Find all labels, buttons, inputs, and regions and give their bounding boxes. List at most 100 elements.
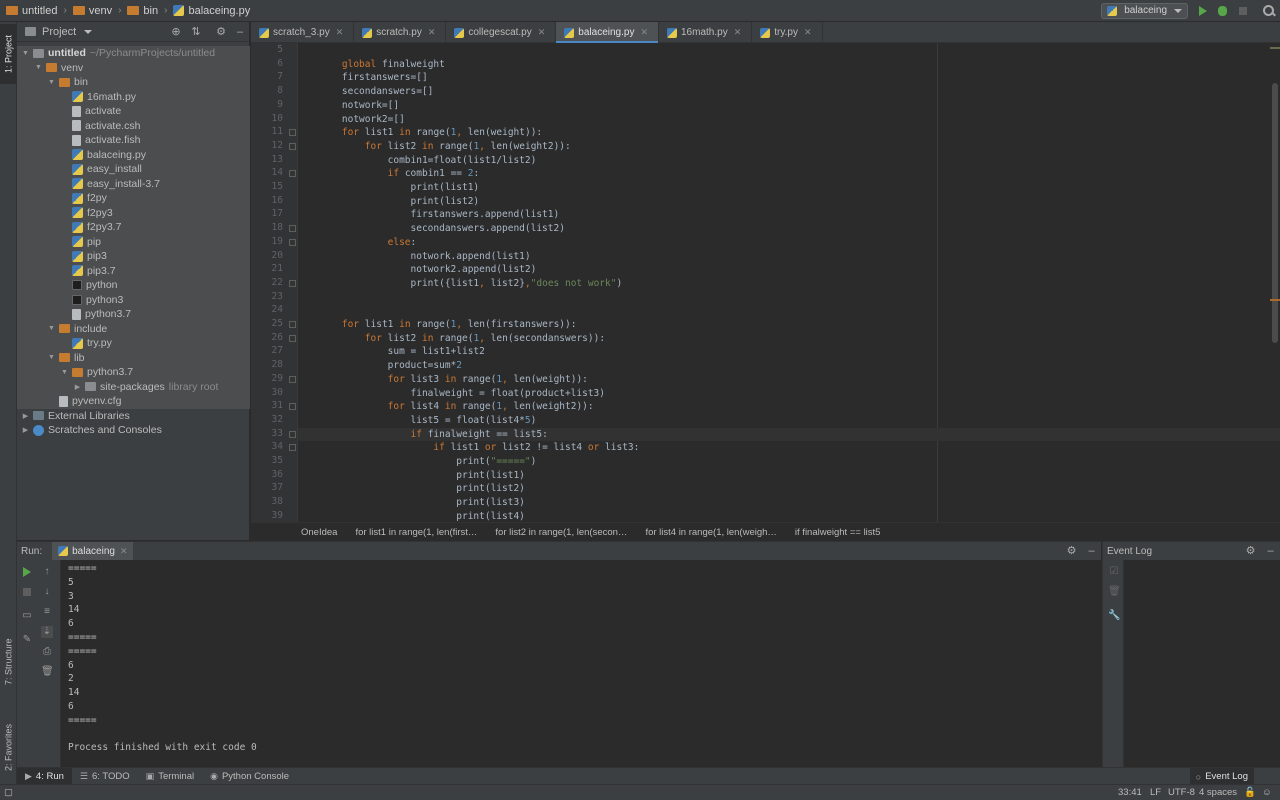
code-line[interactable]: notwork=[] [319, 99, 399, 113]
code-line[interactable]: if combin1 == 2: [319, 167, 480, 181]
collapse-arrow-icon[interactable]: ▶ [73, 383, 82, 391]
stop-button[interactable] [21, 586, 33, 598]
locate-icon[interactable]: ⊕ [170, 26, 182, 38]
code-line[interactable]: notwork.append(list1) [319, 250, 531, 264]
code-line[interactable]: for list2 in range(1, len(secondanswers)… [319, 332, 605, 346]
code-line[interactable]: secondanswers=[] [319, 85, 434, 99]
wrench-icon[interactable]: 🔧 [1108, 610, 1120, 622]
tool-windows-icon[interactable]: ▢ [4, 787, 13, 798]
lock-icon[interactable]: 🔓 [1244, 787, 1256, 798]
trash-icon[interactable]: 🗑 [41, 666, 54, 678]
close-icon[interactable]: ✕ [538, 27, 546, 38]
fold-marker-icon[interactable] [289, 334, 296, 342]
code-line[interactable]: product=sum*2 [319, 359, 462, 373]
layout-icon[interactable]: ▭ [21, 610, 33, 622]
code-line[interactable]: print(list1) [319, 469, 525, 483]
editor-tab[interactable]: scratch.py ✕ [354, 22, 447, 43]
tree-item[interactable]: activate.fish [17, 133, 250, 148]
code-line[interactable]: secondanswers.append(list2) [319, 222, 565, 236]
gear-icon[interactable]: ⚙ [1245, 546, 1256, 557]
tree-item[interactable]: activate [17, 104, 250, 119]
close-icon[interactable]: ✕ [120, 546, 128, 557]
tree-item[interactable]: try.py [17, 336, 250, 351]
tree-item[interactable]: ▶ Scratches and Consoles [17, 423, 250, 438]
fold-marker-icon[interactable] [289, 444, 296, 452]
tree-item[interactable]: easy_install [17, 162, 250, 177]
stop-button[interactable] [1236, 4, 1250, 18]
tree-item[interactable]: easy_install-3.7 [17, 176, 250, 191]
close-icon[interactable]: ✕ [804, 27, 812, 38]
tree-item[interactable]: activate.csh [17, 118, 250, 133]
collapse-arrow-icon[interactable]: ▶ [21, 426, 30, 434]
gear-icon[interactable]: ⚙ [215, 26, 227, 38]
fold-marker-icon[interactable] [289, 225, 296, 233]
run-configuration-select[interactable]: balaceing [1101, 3, 1188, 19]
tree-item[interactable]: ▼ untitled ~/PycharmProjects/untitled [17, 46, 250, 61]
code-line[interactable]: if list1 or list2 != list4 or list3: [319, 441, 639, 455]
editor-tab[interactable]: scratch_3.py ✕ [251, 22, 355, 43]
event-log-tool-tab[interactable]: ○ Event Log [1189, 768, 1254, 785]
code-line[interactable]: firstanswers=[] [319, 71, 428, 85]
project-tool-tab[interactable]: 1: Project [0, 24, 17, 84]
fold-marker-icon[interactable] [289, 403, 296, 411]
down-arrow-icon[interactable]: ↓ [41, 586, 53, 598]
tree-item[interactable]: ▼ lib [17, 350, 250, 365]
code-line[interactable]: firstanswers.append(list1) [319, 208, 560, 222]
gear-icon[interactable]: ⚙ [1066, 546, 1077, 557]
file-encoding[interactable]: UTF-8 [1168, 787, 1195, 798]
favorites-tool-tab[interactable]: 2: Favorites [0, 712, 17, 782]
error-stripe-marker[interactable] [1270, 47, 1280, 49]
code-line[interactable]: print(list1) [319, 181, 480, 195]
indent-setting[interactable]: 4 spaces [1199, 787, 1237, 798]
tree-item[interactable]: pip [17, 234, 250, 249]
error-stripe-marker[interactable] [1270, 299, 1280, 301]
editor-tab[interactable]: 16math.py ✕ [659, 22, 753, 43]
expand-arrow-icon[interactable]: ▼ [47, 354, 56, 361]
expand-arrow-icon[interactable]: ▼ [34, 64, 43, 71]
tree-item[interactable]: ▼ bin [17, 75, 250, 90]
code-line[interactable]: for list2 in range(1, len(weight2)): [319, 140, 571, 154]
run-button[interactable] [1196, 4, 1210, 18]
fold-marker-icon[interactable] [289, 375, 296, 383]
code-editor[interactable]: 5 6 7 8 9 10 11 12 13 14 15 16 17 18 19 20 21 22 23 24 25 26 2… [251, 43, 1280, 522]
search-icon[interactable] [1262, 4, 1276, 18]
editor-tab[interactable]: collegescat.py ✕ [446, 22, 557, 43]
breadcrumb-file[interactable]: balaceing.py [167, 5, 250, 17]
close-icon[interactable]: ✕ [640, 27, 648, 38]
tree-item[interactable]: ▼ venv [17, 60, 250, 75]
code-line[interactable]: notwork2.append(list2) [319, 263, 537, 277]
hide-panel-icon[interactable]: – [1265, 546, 1276, 557]
code-line[interactable]: finalweight = float(product+list3) [319, 387, 605, 401]
hide-panel-icon[interactable]: – [234, 26, 246, 38]
editor-breadcrumb-item[interactable]: for list1 in range(1, len(first… [355, 527, 477, 538]
line-separator[interactable]: LF [1150, 787, 1161, 798]
print-icon[interactable]: ⎙ [41, 646, 53, 658]
code-line[interactable]: print(list2) [319, 482, 525, 496]
editor-breadcrumb-item[interactable]: for list4 in range(1, len(weigh… [645, 527, 776, 538]
collapse-all-icon[interactable]: ⇅ [190, 26, 202, 38]
expand-arrow-icon[interactable]: ▼ [47, 79, 56, 86]
editor-tab[interactable]: balaceing.py ✕ [556, 22, 659, 43]
tree-item[interactable]: ▼ python3.7 [17, 365, 250, 380]
code-line[interactable]: print("=====") [319, 455, 536, 469]
fold-marker-icon[interactable] [289, 142, 296, 150]
close-icon[interactable]: ✕ [734, 27, 742, 38]
editor-breadcrumb-item[interactable]: for list2 in range(1, len(secon… [495, 527, 627, 538]
project-view-select[interactable]: Project [42, 26, 76, 38]
rerun-button[interactable] [21, 566, 33, 578]
terminal-tool-tab[interactable]: ▣ Terminal [138, 768, 202, 785]
code-line[interactable]: for list1 in range(1, len(weight)): [319, 126, 542, 140]
code-line[interactable]: combin1=float(list1/list2) [319, 154, 537, 168]
breadcrumb-untitled[interactable]: untitled › [0, 5, 67, 17]
expand-arrow-icon[interactable]: ▼ [21, 50, 30, 57]
tree-item[interactable]: python3.7 [17, 307, 250, 322]
chevron-down-icon[interactable] [84, 29, 93, 34]
editor-breadcrumb-item[interactable]: OneIdea [301, 527, 337, 538]
fold-marker-icon[interactable] [289, 279, 296, 287]
tree-item[interactable]: ▼ include [17, 321, 250, 336]
soft-wrap-icon[interactable]: ≡ [41, 606, 53, 618]
code-line[interactable]: print(list3) [319, 496, 525, 510]
editor-tab[interactable]: try.py ✕ [752, 22, 823, 43]
fold-marker-icon[interactable] [289, 430, 296, 438]
run-tab-balaceing[interactable]: balaceing ✕ [52, 541, 134, 561]
